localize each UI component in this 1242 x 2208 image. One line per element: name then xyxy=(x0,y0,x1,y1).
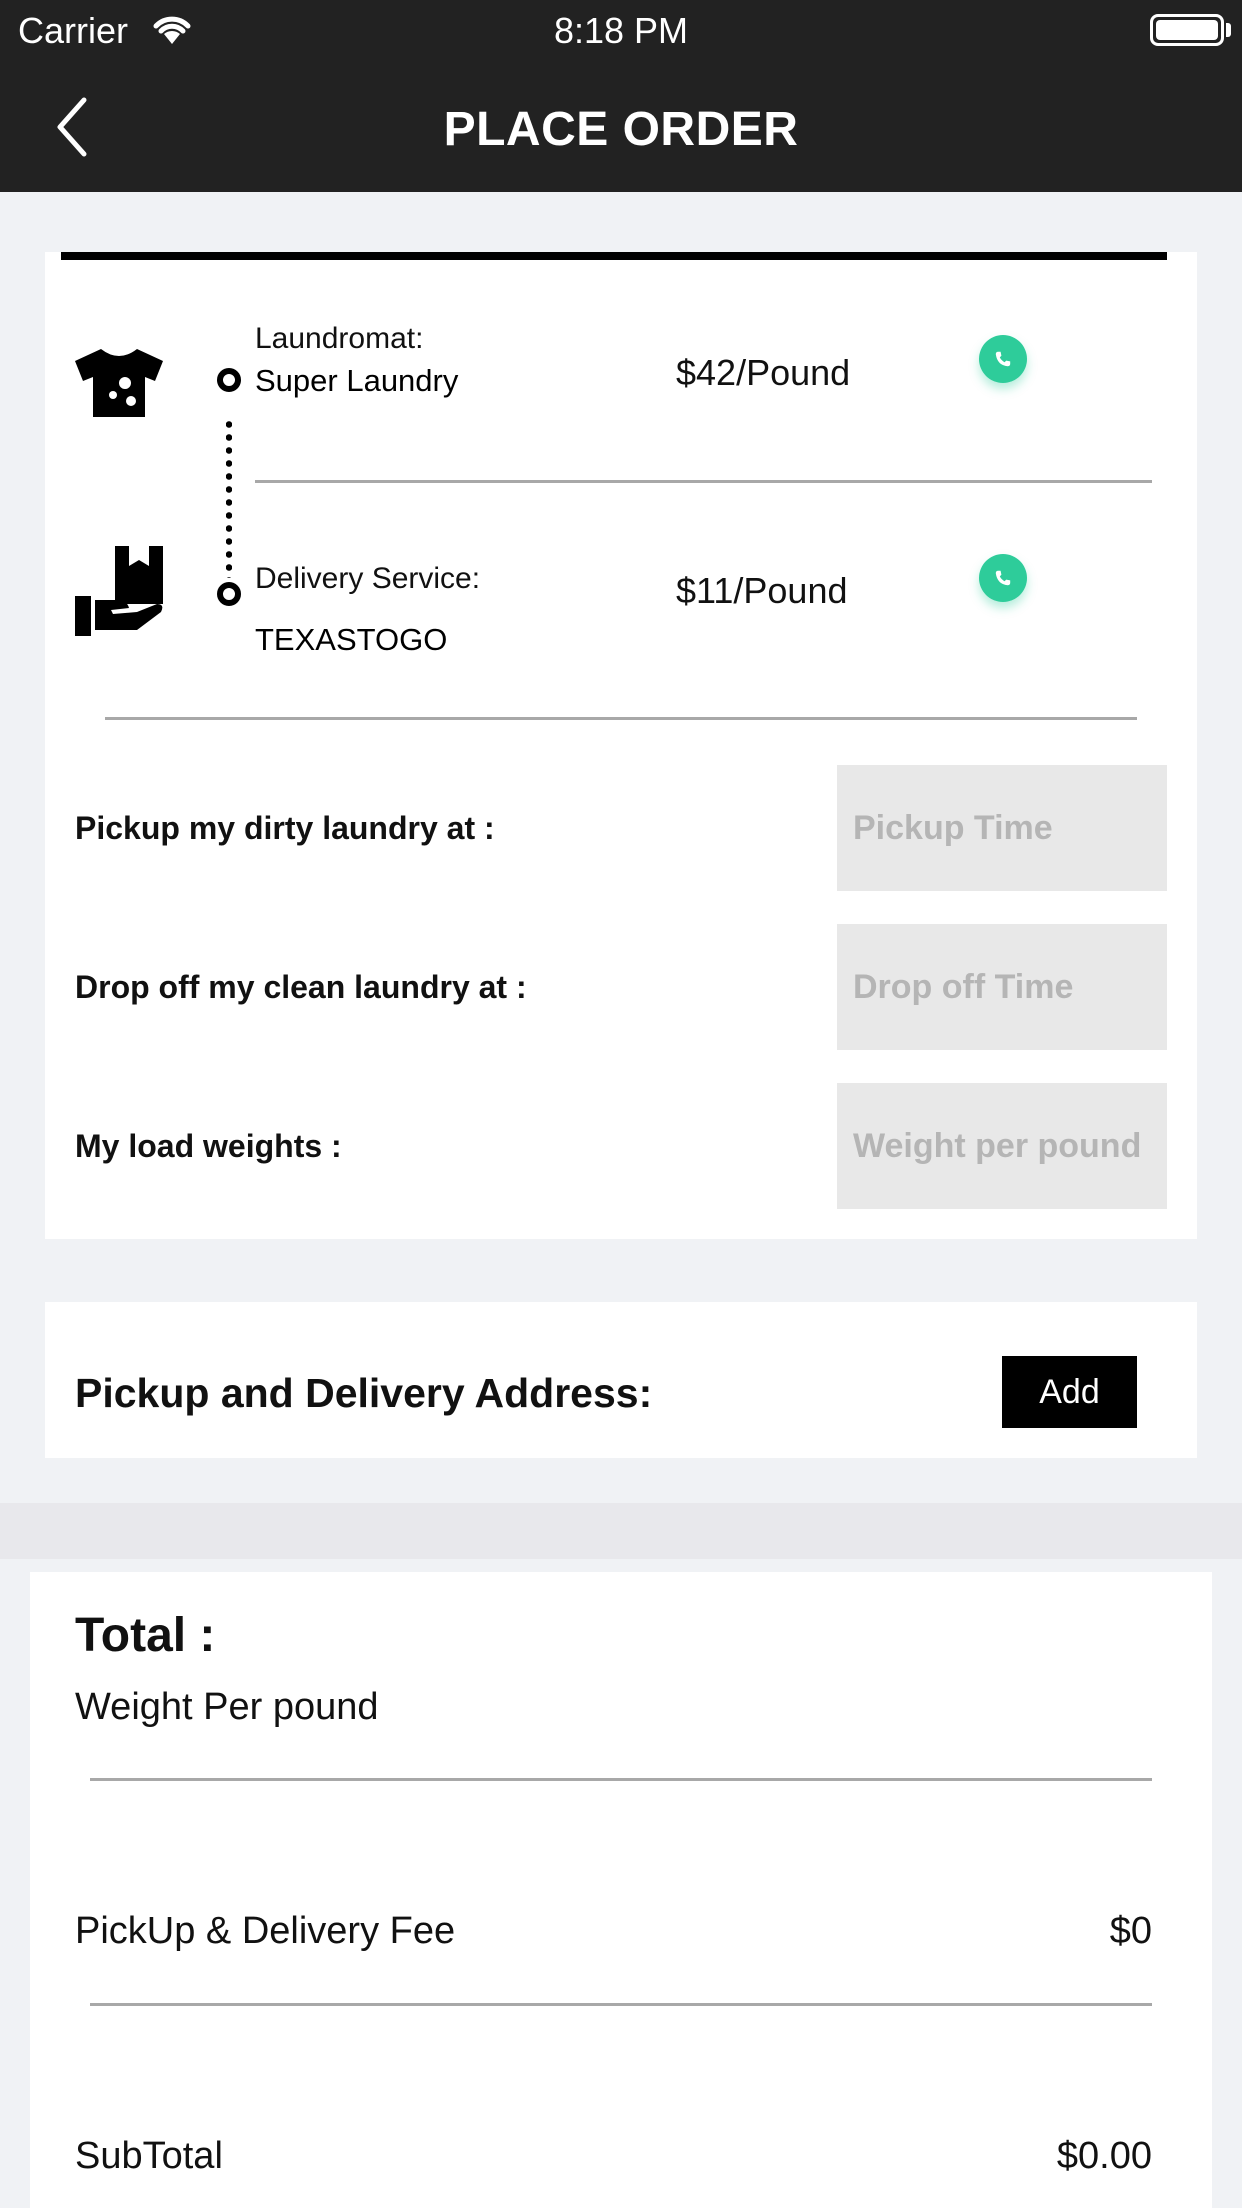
divider xyxy=(90,2003,1152,2006)
battery-icon xyxy=(1150,14,1224,46)
battery-tip xyxy=(1226,23,1231,37)
divider xyxy=(255,480,1152,483)
service-name: Super Laundry xyxy=(255,363,459,398)
service-price: $11/Pound xyxy=(676,570,848,611)
weight-input[interactable] xyxy=(837,1083,1167,1209)
section-separator xyxy=(0,1503,1242,1559)
address-label: Pickup and Delivery Address: xyxy=(75,1370,653,1416)
totals-card: Total : Weight Per pound PickUp & Delive… xyxy=(30,1572,1212,2208)
timeline-dot-start xyxy=(217,368,241,392)
hand-box-icon xyxy=(75,546,163,636)
add-address-button[interactable]: Add xyxy=(1002,1356,1137,1428)
total-title: Total : xyxy=(75,1609,216,1662)
pickup-label: Pickup my dirty laundry at : xyxy=(75,810,495,846)
fee-row-label: PickUp & Delivery Fee xyxy=(75,1910,456,1952)
pickup-time-input[interactable] xyxy=(837,765,1167,891)
dropoff-time-input[interactable] xyxy=(837,924,1167,1050)
divider xyxy=(90,1778,1152,1781)
dropoff-label: Drop off my clean laundry at : xyxy=(75,969,527,1005)
call-laundromat-button[interactable] xyxy=(979,335,1027,383)
clock: 8:18 PM xyxy=(553,10,689,51)
weight-label: My load weights : xyxy=(75,1128,342,1164)
service-label: Laundromat: xyxy=(255,322,424,355)
timeline-line xyxy=(226,418,232,578)
fee-row-value: $0 xyxy=(1109,1910,1152,1952)
address-card: Pickup and Delivery Address: Add xyxy=(45,1302,1197,1458)
divider xyxy=(105,717,1137,720)
timeline-dot-end xyxy=(217,582,241,606)
service-price: $42/Pound xyxy=(676,352,851,393)
page-title: PLACE ORDER xyxy=(443,103,799,156)
card-top-border xyxy=(61,252,1167,260)
phone-icon xyxy=(995,351,1011,367)
service-label: Delivery Service: xyxy=(255,562,481,595)
service-name: TEXASTOGO xyxy=(255,622,448,657)
status-bar: Carrier 8:18 PM xyxy=(0,0,1242,62)
weight-row-label: Weight Per pound xyxy=(75,1686,379,1728)
order-details-card: Laundromat: Super Laundry $42/Pound Deli… xyxy=(45,252,1197,1239)
phone-icon xyxy=(995,570,1011,586)
subtotal-row-value: $0.00 xyxy=(1056,2135,1152,2177)
tshirt-icon xyxy=(75,349,163,417)
nav-bar: PLACE ORDER xyxy=(0,62,1242,192)
call-delivery-button[interactable] xyxy=(979,554,1027,602)
subtotal-row-label: SubTotal xyxy=(75,2135,223,2177)
